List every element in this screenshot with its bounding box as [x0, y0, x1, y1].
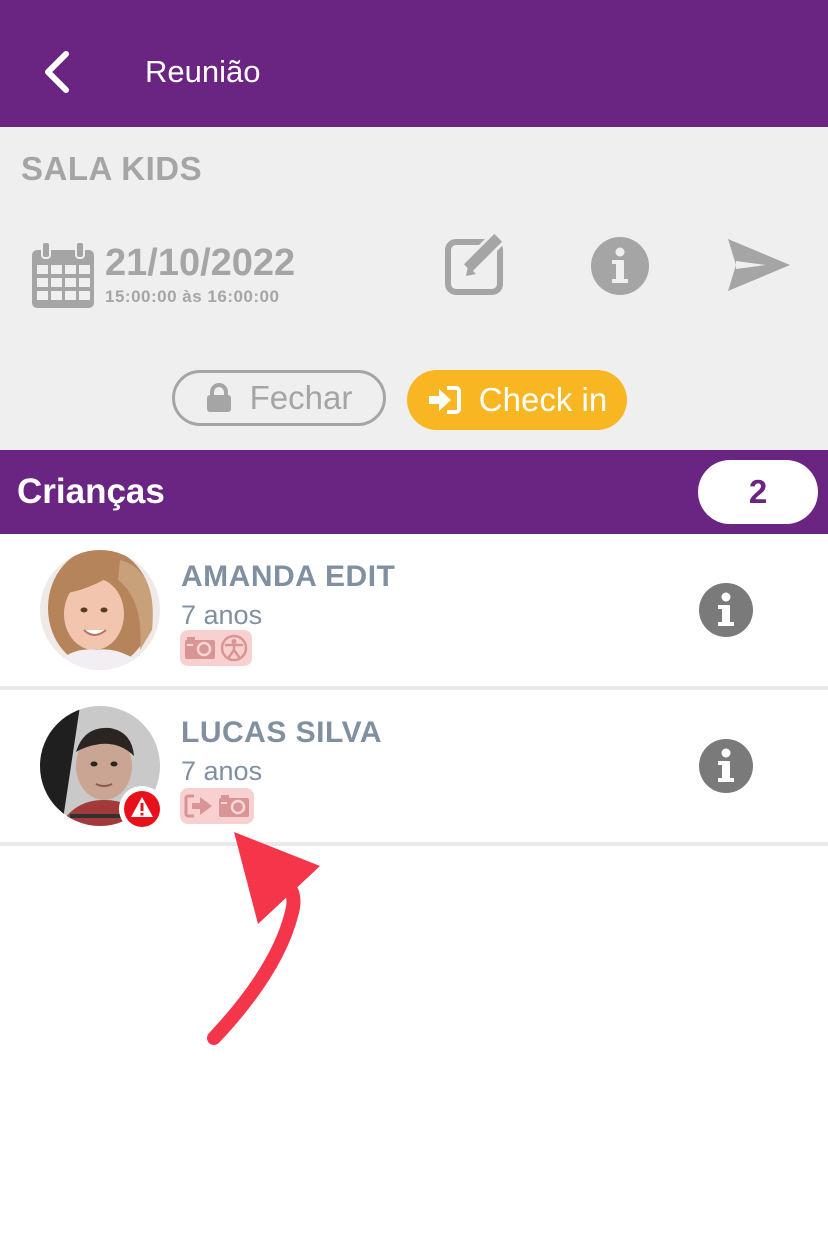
camera-icon — [219, 795, 249, 817]
check-in-button[interactable]: Check in — [407, 370, 627, 430]
sign-in-icon — [428, 386, 461, 414]
app-header: Reunião — [0, 0, 828, 127]
checkout-icon — [184, 794, 212, 818]
send-icon[interactable] — [726, 237, 792, 293]
child-age: 7 anos — [181, 600, 263, 630]
accessibility-icon — [220, 634, 248, 662]
back-chevron-icon[interactable] — [30, 44, 86, 100]
calendar-icon — [32, 241, 94, 308]
children-count-badge: 2 — [698, 460, 818, 524]
child-name: AMANDA EDIT — [181, 560, 396, 593]
close-meeting-label: Fechar — [249, 379, 353, 416]
lock-icon — [206, 383, 231, 412]
child-status-icons — [180, 788, 254, 824]
child-list-item[interactable]: LUCAS SILVA 7 anos — [0, 690, 828, 842]
info-icon[interactable] — [590, 236, 650, 296]
child-age: 7 anos — [181, 756, 263, 786]
camera-icon — [185, 637, 215, 659]
children-section-title: Crianças — [17, 472, 165, 511]
child-status-icons — [180, 630, 252, 666]
meeting-info-panel: SALA KIDS 21/10/2022 15:00:00 às 16:00:0… — [0, 127, 828, 450]
meeting-date: 21/10/2022 — [105, 242, 296, 284]
meeting-time: 15:00:00 às 16:00:00 — [105, 287, 280, 306]
children-section-header: Crianças 2 — [0, 450, 828, 534]
child-info-icon[interactable] — [698, 582, 754, 638]
annotation-arrow-icon — [207, 832, 320, 1045]
edit-icon[interactable] — [444, 232, 520, 298]
warning-icon — [119, 786, 165, 832]
child-name: LUCAS SILVA — [181, 716, 383, 749]
child-list-item[interactable]: AMANDA EDIT 7 anos — [0, 534, 828, 686]
child-info-icon[interactable] — [698, 738, 754, 794]
row-divider — [0, 842, 828, 846]
page-title: Reunião — [145, 54, 261, 89]
avatar — [40, 550, 160, 670]
room-name: SALA KIDS — [21, 150, 203, 187]
close-meeting-button[interactable]: Fechar — [172, 370, 386, 426]
check-in-label: Check in — [478, 381, 608, 418]
